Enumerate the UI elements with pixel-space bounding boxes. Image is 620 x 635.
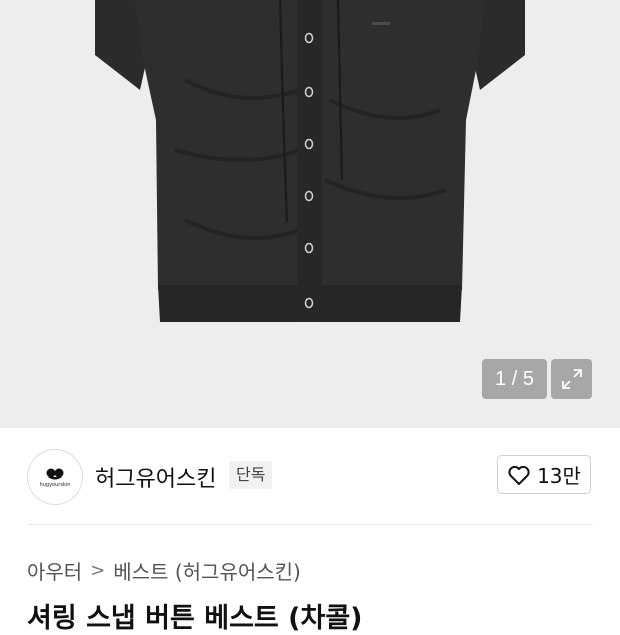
breadcrumb-item-vest[interactable]: 베스트 (허그유어스킨) [113, 556, 301, 585]
product-image-gallery[interactable]: 1 / 5 [0, 0, 620, 428]
like-button[interactable]: 13만 [497, 455, 591, 494]
brand-logo-mark [46, 468, 64, 479]
breadcrumb-item-outer[interactable]: 아우터 [27, 556, 82, 585]
breadcrumb: 아우터 > 베스트 (허그유어스킨) [27, 556, 301, 585]
like-count: 13만 [537, 464, 581, 488]
exclusive-badge: 단독 [229, 461, 273, 489]
product-title: 셔링 스냅 버튼 베스트 (차콜) [27, 603, 363, 634]
expand-icon [561, 369, 582, 389]
brand-name[interactable]: 허그유어스킨 [95, 461, 216, 493]
divider [27, 524, 593, 525]
expand-button[interactable] [551, 359, 592, 399]
brand-row: hugyourskin 허그유어스킨 단독 13만 [0, 428, 620, 524]
brand-logo[interactable]: hugyourskin [27, 449, 83, 505]
image-counter: 1 / 5 [482, 359, 547, 399]
heart-icon [508, 465, 530, 485]
brand-logo-text: hugyourskin [39, 481, 71, 488]
chevron-right-icon: > [90, 560, 106, 581]
